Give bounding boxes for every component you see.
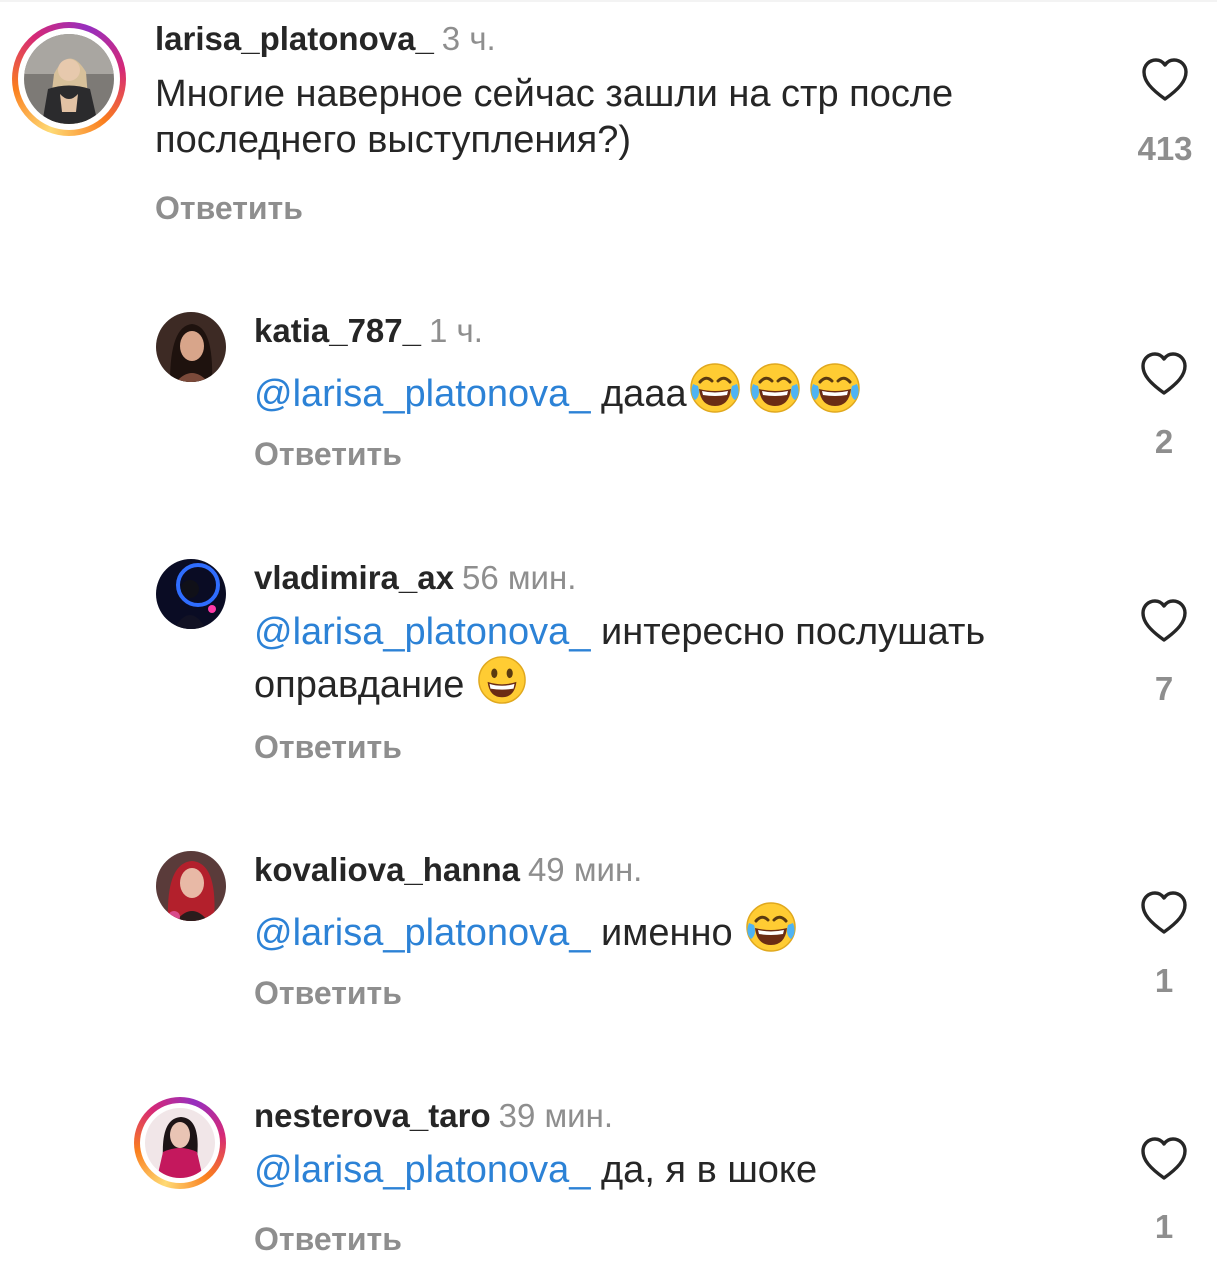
mention-link[interactable]: @larisa_platonova_ — [254, 912, 590, 954]
like-count: 1 — [1154, 962, 1174, 999]
top-divider — [0, 0, 1217, 2]
like-group — [1134, 598, 1194, 644]
like-count: 7 — [1154, 670, 1174, 707]
reply-button[interactable]: Ответить — [155, 190, 303, 227]
heart-icon[interactable] — [1140, 598, 1188, 644]
comment-meta: katia_787_ 1 ч. — [254, 312, 483, 350]
comment-text: @larisa_platonova_ именно — [254, 901, 1084, 956]
username[interactable]: kovaliova_hanna — [254, 851, 520, 888]
username[interactable]: nesterova_taro — [254, 1097, 491, 1134]
joy-emoji-icon — [809, 362, 861, 414]
username[interactable]: vladimira_ax — [254, 559, 454, 596]
like-group — [1134, 1136, 1194, 1182]
joy-emoji-icon — [749, 362, 801, 414]
like-group — [1134, 890, 1194, 936]
heart-icon[interactable] — [1140, 351, 1188, 397]
heart-icon[interactable] — [1140, 890, 1188, 936]
joy-emoji-icon — [745, 901, 797, 953]
mention-link[interactable]: @larisa_platonova_ — [254, 1149, 590, 1191]
comment-text: Многие наверное сейчас зашли на стр посл… — [155, 71, 1085, 163]
comment-meta: larisa_platonova_ 3 ч. — [155, 20, 496, 58]
username[interactable]: larisa_platonova_ — [155, 20, 434, 57]
comment-body: именно — [590, 912, 744, 954]
heart-icon[interactable] — [1141, 57, 1189, 103]
comment-text: @larisa_platonova_ да, я в шоке — [254, 1147, 1084, 1193]
avatar — [156, 559, 226, 629]
avatar — [24, 34, 114, 124]
avatar-story-ring[interactable] — [134, 1097, 226, 1189]
avatar — [156, 312, 226, 382]
reply-button[interactable]: Ответить — [254, 729, 402, 766]
like-count: 1 — [1154, 1208, 1174, 1245]
timestamp: 3 ч. — [441, 20, 496, 57]
like-group — [1135, 57, 1195, 103]
comment-body: да, я в шоке — [590, 1149, 818, 1191]
avatar-wrapper[interactable] — [156, 312, 226, 382]
timestamp: 1 ч. — [428, 312, 483, 349]
comment-meta: vladimira_ax 56 мин. — [254, 559, 576, 597]
avatar — [145, 1108, 215, 1178]
username[interactable]: katia_787_ — [254, 312, 421, 349]
like-group — [1134, 351, 1194, 397]
joy-emoji-icon — [689, 362, 741, 414]
like-count: 2 — [1154, 423, 1174, 460]
timestamp: 39 мин. — [498, 1097, 613, 1134]
avatar — [156, 851, 226, 921]
comment-body: дааа — [590, 373, 687, 415]
mention-link[interactable]: @larisa_platonova_ — [254, 373, 590, 415]
comment-text: @larisa_platonova_ дааа — [254, 362, 1084, 417]
grinning-emoji-icon — [478, 656, 526, 704]
mention-link[interactable]: @larisa_platonova_ — [254, 611, 590, 653]
avatar-story-ring[interactable] — [12, 22, 126, 136]
timestamp: 56 мин. — [461, 559, 577, 596]
heart-icon[interactable] — [1140, 1136, 1188, 1182]
avatar-wrapper[interactable] — [156, 559, 226, 629]
reply-button[interactable]: Ответить — [254, 1221, 402, 1258]
avatar-wrapper[interactable] — [156, 851, 226, 921]
reply-button[interactable]: Ответить — [254, 436, 402, 473]
comment-text: @larisa_platonova_ интересно послушать о… — [254, 609, 1084, 708]
comment-meta: kovaliova_hanna 49 мин. — [254, 851, 642, 889]
comment-body: Многие наверное сейчас зашли на стр посл… — [155, 73, 954, 161]
like-count: 413 — [1137, 130, 1193, 167]
comment-meta: nesterova_taro 39 мин. — [254, 1097, 613, 1135]
reply-button[interactable]: Ответить — [254, 975, 402, 1012]
timestamp: 49 мин. — [527, 851, 643, 888]
